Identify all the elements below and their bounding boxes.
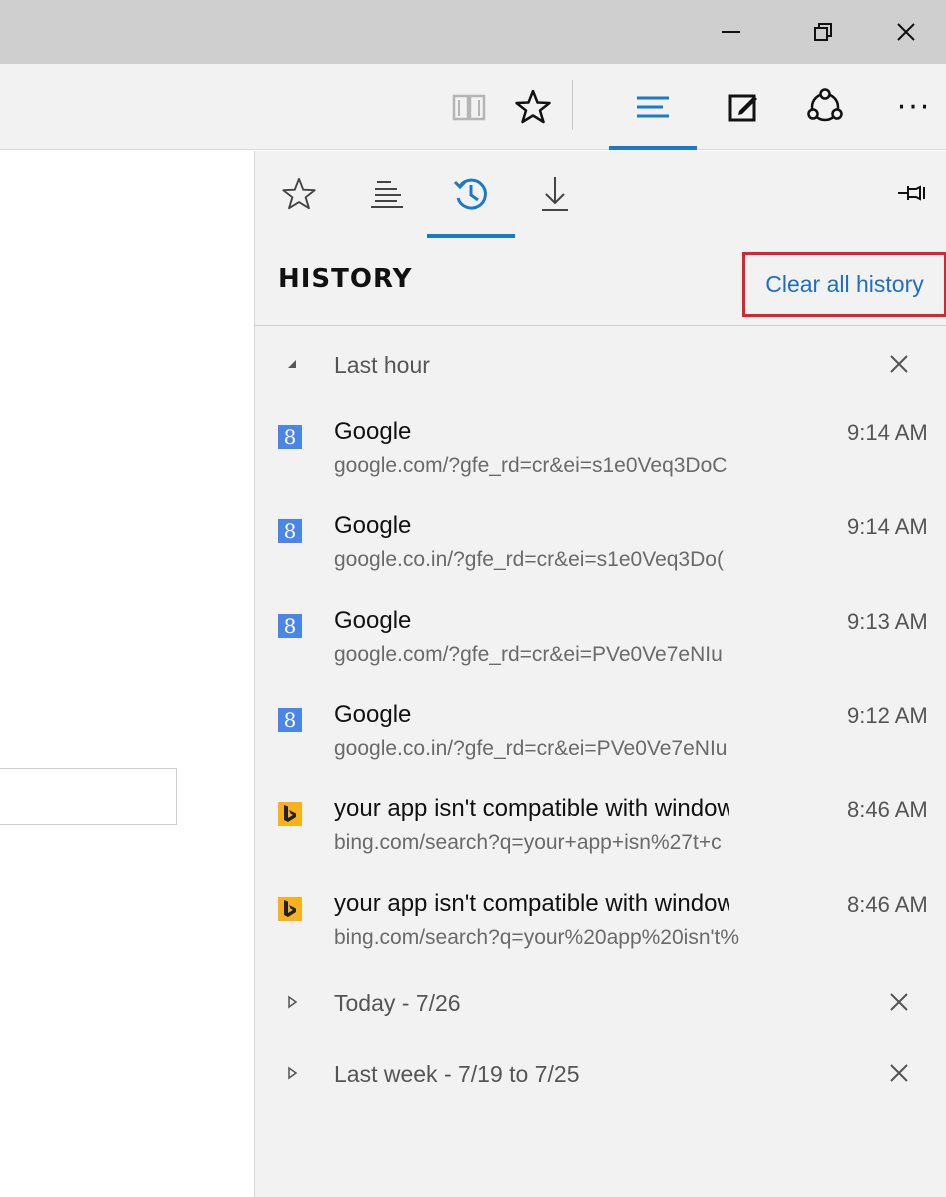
hub-button[interactable]: [609, 64, 697, 150]
history-item-title: Google: [334, 512, 412, 539]
remove-group-button[interactable]: [881, 346, 917, 382]
panel-title: HISTORY: [278, 264, 413, 294]
clear-all-history-label: Clear all history: [765, 271, 924, 297]
group-label: Last week - 7/19 to 7/25: [334, 1061, 580, 1087]
tab-favorites[interactable]: [267, 151, 331, 237]
history-item-time: 9:13 AM: [847, 609, 928, 634]
hub-icon: [637, 96, 669, 118]
downloads-icon: [542, 177, 568, 211]
reading-view-icon: [452, 94, 486, 121]
history-item[interactable]: 8 Google google.co.in/?gfe_rd=cr&ei=PVe0…: [255, 697, 946, 787]
favorites-icon: [282, 177, 316, 210]
close-icon: [897, 23, 915, 41]
group-label: Today - 7/26: [334, 990, 461, 1016]
close-window-button[interactable]: [866, 0, 946, 64]
group-label: Last hour: [334, 352, 430, 378]
tab-downloads[interactable]: [523, 151, 587, 237]
history-item-time: 8:46 AM: [847, 892, 928, 917]
google-favicon: 8: [278, 425, 302, 449]
add-favorite-button[interactable]: [508, 64, 558, 150]
bing-favicon: [278, 802, 302, 826]
history-item-time: 8:46 AM: [847, 797, 928, 822]
hub-panel: HISTORY Clear all history Last hour 8 Go…: [254, 151, 946, 1197]
hub-active-indicator: [609, 146, 697, 150]
history-item-title: Google: [334, 701, 412, 728]
history-group-today[interactable]: Today - 7/26: [255, 978, 946, 1028]
history-item-url: bing.com/search?q=your%20app%20isn't%: [334, 926, 740, 949]
google-favicon: 8: [278, 519, 302, 543]
web-note-icon: [728, 94, 757, 122]
google-favicon: 8: [278, 708, 302, 732]
history-group-last-week[interactable]: Last week - 7/19 to 7/25: [255, 1049, 946, 1099]
history-item-time: 9:14 AM: [847, 514, 928, 539]
history-item[interactable]: your app isn't compatible with windows 1…: [255, 791, 946, 881]
page-search-input[interactable]: [0, 768, 177, 825]
history-item[interactable]: 8 Google google.com/?gfe_rd=cr&ei=s1e0Ve…: [255, 414, 946, 504]
history-item-url: google.com/?gfe_rd=cr&ei=s1e0Veq3DoC: [334, 454, 728, 477]
history-item-time: 9:12 AM: [847, 703, 928, 728]
minimize-button[interactable]: [686, 0, 776, 64]
google-favicon: 8: [278, 614, 302, 638]
close-icon: [890, 355, 908, 373]
bing-favicon: [278, 897, 302, 921]
reading-list-icon: [371, 181, 403, 208]
history-item-title: Google: [334, 607, 412, 634]
restore-button[interactable]: [778, 0, 868, 64]
expand-arrow-icon: [288, 995, 298, 1009]
more-button[interactable]: ···: [884, 64, 944, 150]
history-item-time: 9:14 AM: [847, 420, 928, 445]
history-item-url: google.co.in/?gfe_rd=cr&ei=PVe0Ve7eNIu: [334, 737, 728, 760]
history-item-url: google.co.in/?gfe_rd=cr&ei=s1e0Veq3Do(: [334, 548, 724, 571]
clear-all-history-button[interactable]: Clear all history: [742, 252, 946, 317]
share-icon: [807, 88, 843, 122]
history-item[interactable]: 8 Google google.com/?gfe_rd=cr&ei=PVe0Ve…: [255, 603, 946, 693]
restore-icon: [814, 23, 832, 41]
history-item-title: your app isn't compatible with windows 1…: [334, 795, 729, 822]
expand-arrow-icon: [288, 1066, 298, 1080]
tab-reading-list[interactable]: [355, 151, 419, 237]
history-tab-indicator: [427, 234, 515, 238]
share-button[interactable]: [800, 64, 850, 150]
reading-view-button[interactable]: [444, 64, 494, 150]
collapse-arrow-icon: [288, 360, 296, 368]
toolbar-separator: [572, 80, 573, 130]
history-group-last-hour[interactable]: Last hour: [255, 340, 946, 390]
close-icon: [890, 1064, 908, 1082]
title-bar: [0, 0, 946, 64]
panel-divider: [255, 325, 946, 326]
minimize-icon: [722, 31, 740, 33]
tab-history[interactable]: [439, 151, 503, 237]
history-item[interactable]: your app isn't compatible with windows 1…: [255, 886, 946, 976]
browser-toolbar: ···: [0, 64, 946, 150]
history-icon: [453, 178, 487, 210]
more-icon: ···: [896, 89, 932, 125]
favorite-star-icon: [515, 89, 551, 124]
remove-group-button[interactable]: [881, 1055, 917, 1091]
pin-icon: [898, 185, 925, 201]
history-item[interactable]: 8 Google google.co.in/?gfe_rd=cr&ei=s1e0…: [255, 508, 946, 598]
history-item-url: bing.com/search?q=your+app+isn%27t+c: [334, 831, 722, 854]
pin-panel-button[interactable]: [887, 173, 937, 213]
history-item-title: your app isn't compatible with windows 1…: [334, 890, 729, 917]
web-note-button[interactable]: [718, 64, 768, 150]
web-page-content: [0, 151, 254, 1197]
history-item-url: google.com/?gfe_rd=cr&ei=PVe0Ve7eNIu: [334, 643, 723, 666]
close-icon: [890, 993, 908, 1011]
remove-group-button[interactable]: [881, 984, 917, 1020]
history-item-title: Google: [334, 418, 412, 445]
